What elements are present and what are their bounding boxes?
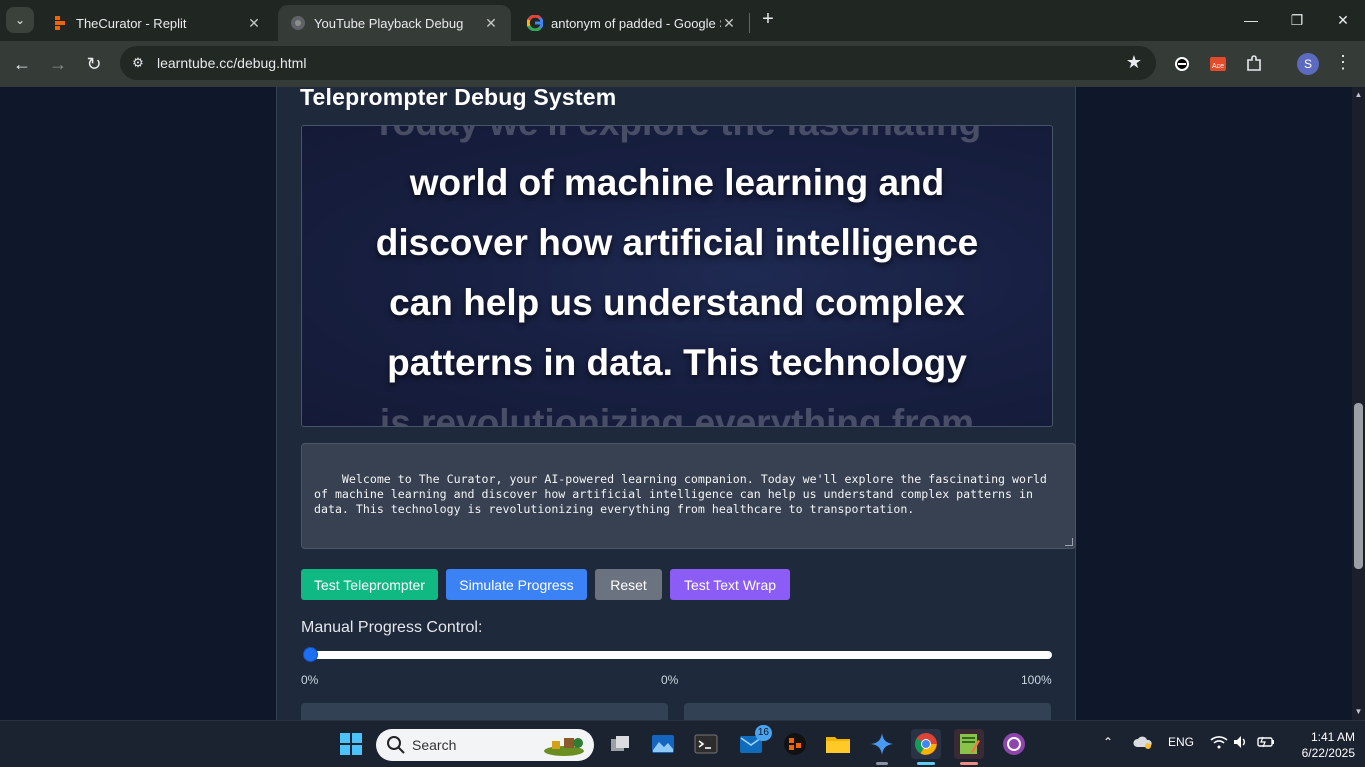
taskbar-running-indicator: [876, 762, 888, 765]
battery-icon[interactable]: [1257, 735, 1275, 752]
slider-min-label: 0%: [301, 673, 319, 687]
extension-circle-icon[interactable]: [1170, 52, 1194, 76]
terminal-icon[interactable]: [691, 729, 721, 759]
script-text: Welcome to The Curator, your AI-powered …: [314, 472, 1054, 516]
reload-button[interactable]: ↻: [81, 51, 107, 77]
svg-text:Ace: Ace: [1212, 63, 1224, 70]
slider-max-label: 100%: [1021, 673, 1052, 687]
windows-taskbar: Search 16 ⌃ ENG 1:41 AM 6/22/2025: [0, 720, 1365, 767]
restore-button[interactable]: ❐: [1282, 8, 1312, 32]
search-highlight-icon: [542, 733, 586, 762]
bookmark-star-icon[interactable]: ★: [1126, 52, 1142, 73]
teleprompter-line: is revolutionizing everything from: [379, 402, 975, 427]
onedrive-cloud-icon[interactable]: [1133, 735, 1153, 752]
notepad-app-icon[interactable]: [954, 729, 984, 765]
teleprompter-display: Today we'll explore the fascinating worl…: [301, 125, 1053, 427]
browser-tab-bar: ⌄ TheCurator - Replit ✕ YouTube Playback…: [0, 0, 1365, 41]
teleprompter-line: world of machine learning and: [409, 162, 945, 203]
tab-google-search[interactable]: antonym of padded - Google S ✕: [515, 5, 749, 41]
tab-search-button[interactable]: ⌄: [6, 7, 34, 33]
site-info-icon[interactable]: ⚙: [128, 53, 148, 73]
acrobat-extension-icon[interactable]: Ace: [1206, 52, 1230, 76]
resize-handle[interactable]: [1065, 538, 1073, 546]
taskbar-active-indicator: [917, 762, 935, 765]
stat-box: [301, 703, 668, 720]
taskbar-search-input[interactable]: Search: [376, 729, 594, 761]
profile-avatar[interactable]: S: [1297, 53, 1319, 75]
google-icon: [527, 15, 543, 31]
sparkle-app-icon[interactable]: [867, 729, 897, 765]
globe-icon: [290, 15, 306, 31]
system-clock[interactable]: 1:41 AM 6/22/2025: [1285, 729, 1355, 761]
tab-title: antonym of padded - Google S: [551, 15, 721, 31]
progress-slider-thumb[interactable]: [303, 647, 318, 662]
windows-start-icon[interactable]: [336, 729, 366, 759]
scroll-down-arrow-icon[interactable]: ▼: [1354, 707, 1363, 716]
teleprompter-line: Today we'll explore the fascinating: [302, 126, 1052, 144]
close-icon[interactable]: ✕: [483, 15, 499, 32]
tab-thecurator-replit[interactable]: TheCurator - Replit ✕: [40, 5, 274, 41]
chevron-down-icon: ⌄: [14, 13, 26, 27]
clock-time: 1:41 AM: [1310, 730, 1355, 744]
url-text[interactable]: learntube.cc/debug.html: [157, 55, 306, 71]
tab-title: TheCurator - Replit: [76, 15, 187, 31]
page-scrollbar[interactable]: ▲ ▼: [1352, 87, 1365, 720]
forward-button[interactable]: →: [45, 51, 71, 77]
back-button[interactable]: ←: [9, 51, 35, 77]
replit-icon: [52, 15, 68, 31]
photos-app-icon[interactable]: [648, 729, 678, 759]
address-bar[interactable]: ⚙ learntube.cc/debug.html ★: [120, 46, 1156, 80]
file-explorer-icon[interactable]: [823, 729, 853, 759]
manual-progress-label: Manual Progress Control:: [301, 619, 483, 636]
github-desktop-icon[interactable]: [999, 729, 1029, 759]
tab-separator: [749, 13, 750, 33]
scrollbar-thumb[interactable]: [1354, 403, 1363, 569]
close-icon[interactable]: ✕: [721, 15, 737, 32]
volume-icon[interactable]: [1233, 735, 1249, 752]
search-placeholder: Search: [412, 737, 457, 753]
slider-current-label: 0%: [661, 673, 679, 687]
reset-button[interactable]: Reset: [595, 569, 662, 600]
page-viewport: Teleprompter Debug System Today we'll ex…: [0, 87, 1352, 720]
page-title: Teleprompter Debug System: [300, 87, 617, 110]
close-window-button[interactable]: ✕: [1328, 8, 1358, 32]
test-text-wrap-button[interactable]: Test Text Wrap: [670, 569, 790, 600]
tab-youtube-playback-debug[interactable]: YouTube Playback Debug ✕: [278, 5, 511, 41]
teleprompter-line: patterns in data. This technology: [387, 342, 967, 383]
taskbar-running-indicator: [960, 762, 978, 765]
teleprompter-line: discover how artificial intelligence: [375, 222, 979, 263]
test-teleprompter-button[interactable]: Test Teleprompter: [301, 569, 438, 600]
new-tab-button[interactable]: +: [757, 9, 779, 31]
show-hidden-icons-chevron-icon[interactable]: ⌃: [1103, 735, 1113, 749]
browser-toolbar: ← → ↻ ⚙ learntube.cc/debug.html ★ Ace S …: [0, 41, 1365, 87]
chrome-taskbar-icon[interactable]: [911, 729, 941, 765]
mail-badge: 16: [754, 725, 772, 741]
scroll-up-arrow-icon[interactable]: ▲: [1354, 90, 1363, 99]
dots-app-icon[interactable]: [780, 729, 810, 759]
puzzle-extensions-icon[interactable]: [1242, 52, 1266, 76]
search-icon: [386, 735, 406, 755]
simulate-progress-button[interactable]: Simulate Progress: [446, 569, 587, 600]
teleprompter-line: can help us understand complex: [389, 282, 965, 323]
clock-date: 6/22/2025: [1301, 746, 1355, 760]
close-icon[interactable]: ✕: [246, 15, 262, 32]
script-textarea[interactable]: Welcome to The Curator, your AI-powered …: [301, 443, 1076, 549]
tab-title: YouTube Playback Debug: [314, 15, 464, 31]
outlook-mail-icon[interactable]: 16: [736, 725, 772, 759]
task-view-icon[interactable]: [605, 729, 635, 759]
language-indicator[interactable]: ENG: [1168, 735, 1194, 749]
menu-kebab-icon[interactable]: ⋮: [1333, 52, 1353, 73]
progress-slider-track[interactable]: [304, 651, 1052, 659]
minimize-button[interactable]: —: [1236, 8, 1266, 32]
stat-box: [684, 703, 1051, 720]
wifi-icon[interactable]: [1210, 735, 1228, 752]
